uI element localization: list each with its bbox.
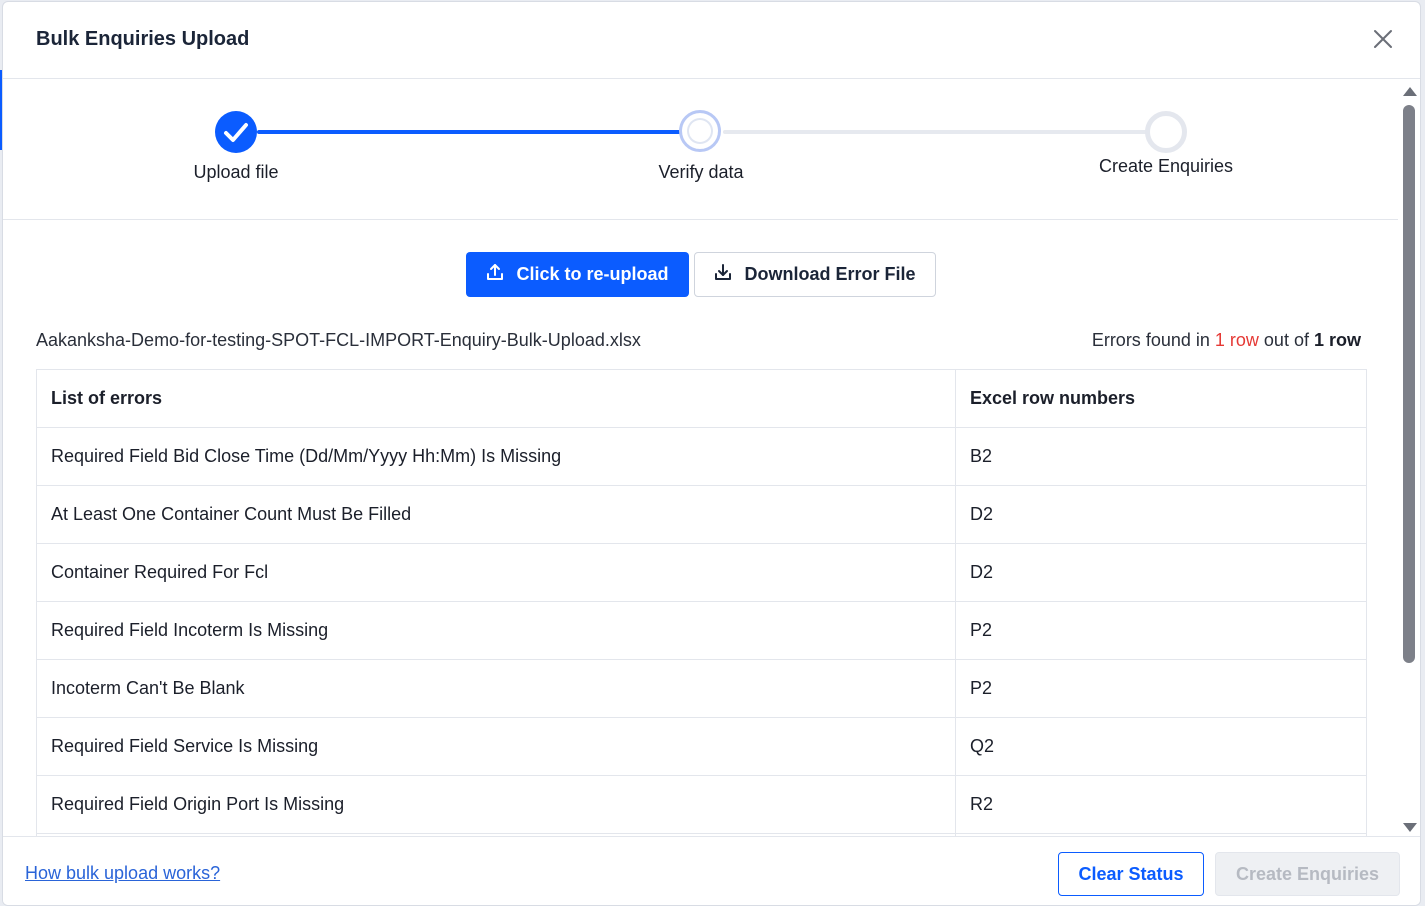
table-header-row: List of errors Excel row numbers [36, 369, 1367, 428]
vertical-scrollbar[interactable] [1398, 79, 1420, 836]
bulk-upload-modal: Bulk Enquiries Upload Upload file Verify… [2, 1, 1421, 906]
modal-body[interactable]: Upload file Verify data Create Enquiries… [3, 79, 1399, 836]
scroll-up-arrow-icon[interactable] [1403, 87, 1417, 96]
error-cell: Required Field Bid Close Time (Dd/Mm/Yyy… [36, 427, 956, 486]
scroll-thumb[interactable] [1403, 105, 1415, 663]
table-row: Required Field Incoterm Is Missing P2 [36, 601, 1367, 660]
error-cell: At Least One Container Count Must Be Fil… [36, 485, 956, 544]
error-cell: Container Required For Fcl [36, 543, 956, 602]
table-row: Required Field Service Is Missing Q2 [36, 717, 1367, 776]
step-connector-pending [723, 130, 1147, 134]
download-icon [714, 263, 732, 286]
download-error-file-button[interactable]: Download Error File [694, 252, 936, 297]
step-label-verify-data: Verify data [658, 162, 744, 182]
uploaded-file-name: Aakanksha-Demo-for-testing-SPOT-FCL-IMPO… [36, 330, 641, 350]
reupload-button[interactable]: Click to re-upload [466, 252, 689, 297]
modal-footer: How bulk upload works? Clear Status Crea… [3, 836, 1420, 905]
modal-header: Bulk Enquiries Upload [3, 2, 1420, 79]
error-cell: Required Field Incoterm Is Missing [36, 601, 956, 660]
how-bulk-upload-works-link[interactable]: How bulk upload works? [25, 863, 220, 884]
summary-total-rows: 1 row [1313, 330, 1361, 350]
close-icon[interactable] [1372, 28, 1394, 50]
table-row: Incoterm Can't Be Blank P2 [36, 659, 1367, 718]
row-number-cell: Q2 [955, 717, 1367, 776]
column-header-errors: List of errors [36, 369, 956, 428]
row-number-cell: P2 [955, 601, 1367, 660]
error-summary: Errors found in 1 row out of 1 row [1092, 330, 1361, 351]
row-number-cell: P2 [955, 659, 1367, 718]
summary-error-rows: 1 row [1214, 330, 1259, 350]
table-row: Required Field Bid Close Time (Dd/Mm/Yyy… [36, 427, 1367, 486]
errors-table: List of errors Excel row numbers Require… [36, 369, 1367, 836]
summary-prefix: Errors found in [1091, 330, 1210, 350]
row-number-cell: B2 [955, 427, 1367, 486]
step-upload-file-checkmark-icon [215, 111, 257, 153]
clear-status-button[interactable]: Clear Status [1058, 852, 1204, 896]
row-number-cell: R2 [955, 775, 1367, 834]
step-verify-data-indicator [679, 110, 721, 152]
upload-icon [486, 263, 504, 286]
scroll-down-arrow-icon[interactable] [1403, 823, 1417, 832]
step-create-enquiries-indicator [1145, 111, 1187, 153]
stepper: Upload file Verify data Create Enquiries [3, 79, 1399, 220]
table-row: Required Field Origin Port Is Missing R2 [36, 775, 1367, 834]
row-number-cell: D2 [955, 485, 1367, 544]
step-connector-completed [257, 130, 681, 134]
summary-middle: out of [1263, 330, 1309, 350]
error-cell: Required Field Service Is Missing [36, 717, 956, 776]
row-number-cell: D2 [955, 543, 1367, 602]
reupload-label: Click to re-upload [516, 264, 669, 284]
table-row: At Least One Container Count Must Be Fil… [36, 485, 1367, 544]
modal-title: Bulk Enquiries Upload [36, 28, 250, 50]
table-row: Container Required For Fcl D2 [36, 543, 1367, 602]
step-label-upload-file: Upload file [193, 162, 279, 182]
error-cell: Incoterm Can't Be Blank [36, 659, 956, 718]
error-cell: Required Field Origin Port Is Missing [36, 775, 956, 834]
download-label: Download Error File [744, 264, 916, 284]
create-enquiries-button[interactable]: Create Enquiries [1215, 852, 1400, 896]
step-label-create-enquiries: Create Enquiries [1098, 156, 1234, 176]
column-header-row-numbers: Excel row numbers [955, 369, 1367, 428]
